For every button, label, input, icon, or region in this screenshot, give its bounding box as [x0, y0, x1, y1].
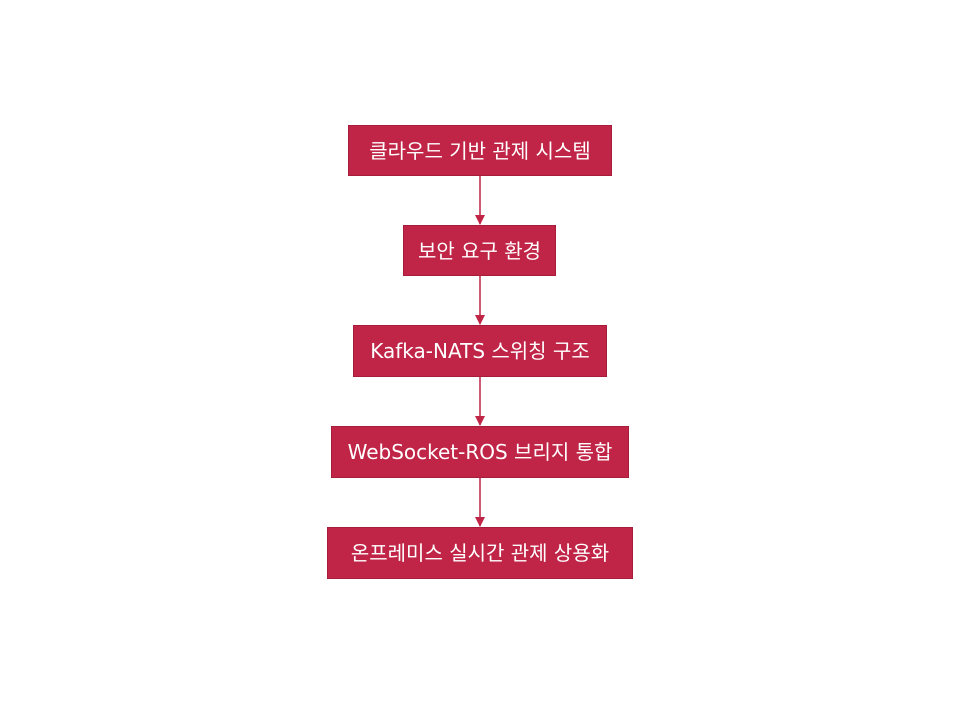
node-websocket-ros-bridge: WebSocket-ROS 브리지 통합	[331, 426, 629, 478]
node-kafka-nats-switching: Kafka-NATS 스위칭 구조	[353, 325, 607, 377]
node-label: 온프레미스 실시간 관제 상용화	[350, 541, 610, 565]
node-label: WebSocket-ROS 브리지 통합	[347, 440, 613, 464]
node-label: 보안 요구 환경	[417, 238, 542, 263]
node-onpremise-commercialization: 온프레미스 실시간 관제 상용화	[327, 527, 633, 579]
node-cloud-control-system: 클라우드 기반 관제 시스템	[348, 125, 612, 176]
node-label: Kafka-NATS 스위칭 구조	[370, 339, 590, 363]
flowchart-canvas: 클라우드 기반 관제 시스템 보안 요구 환경 Kafka-NATS 스위칭 구…	[0, 0, 960, 720]
node-label: 클라우드 기반 관제 시스템	[369, 138, 591, 163]
node-security-requirement: 보안 요구 환경	[403, 225, 556, 276]
